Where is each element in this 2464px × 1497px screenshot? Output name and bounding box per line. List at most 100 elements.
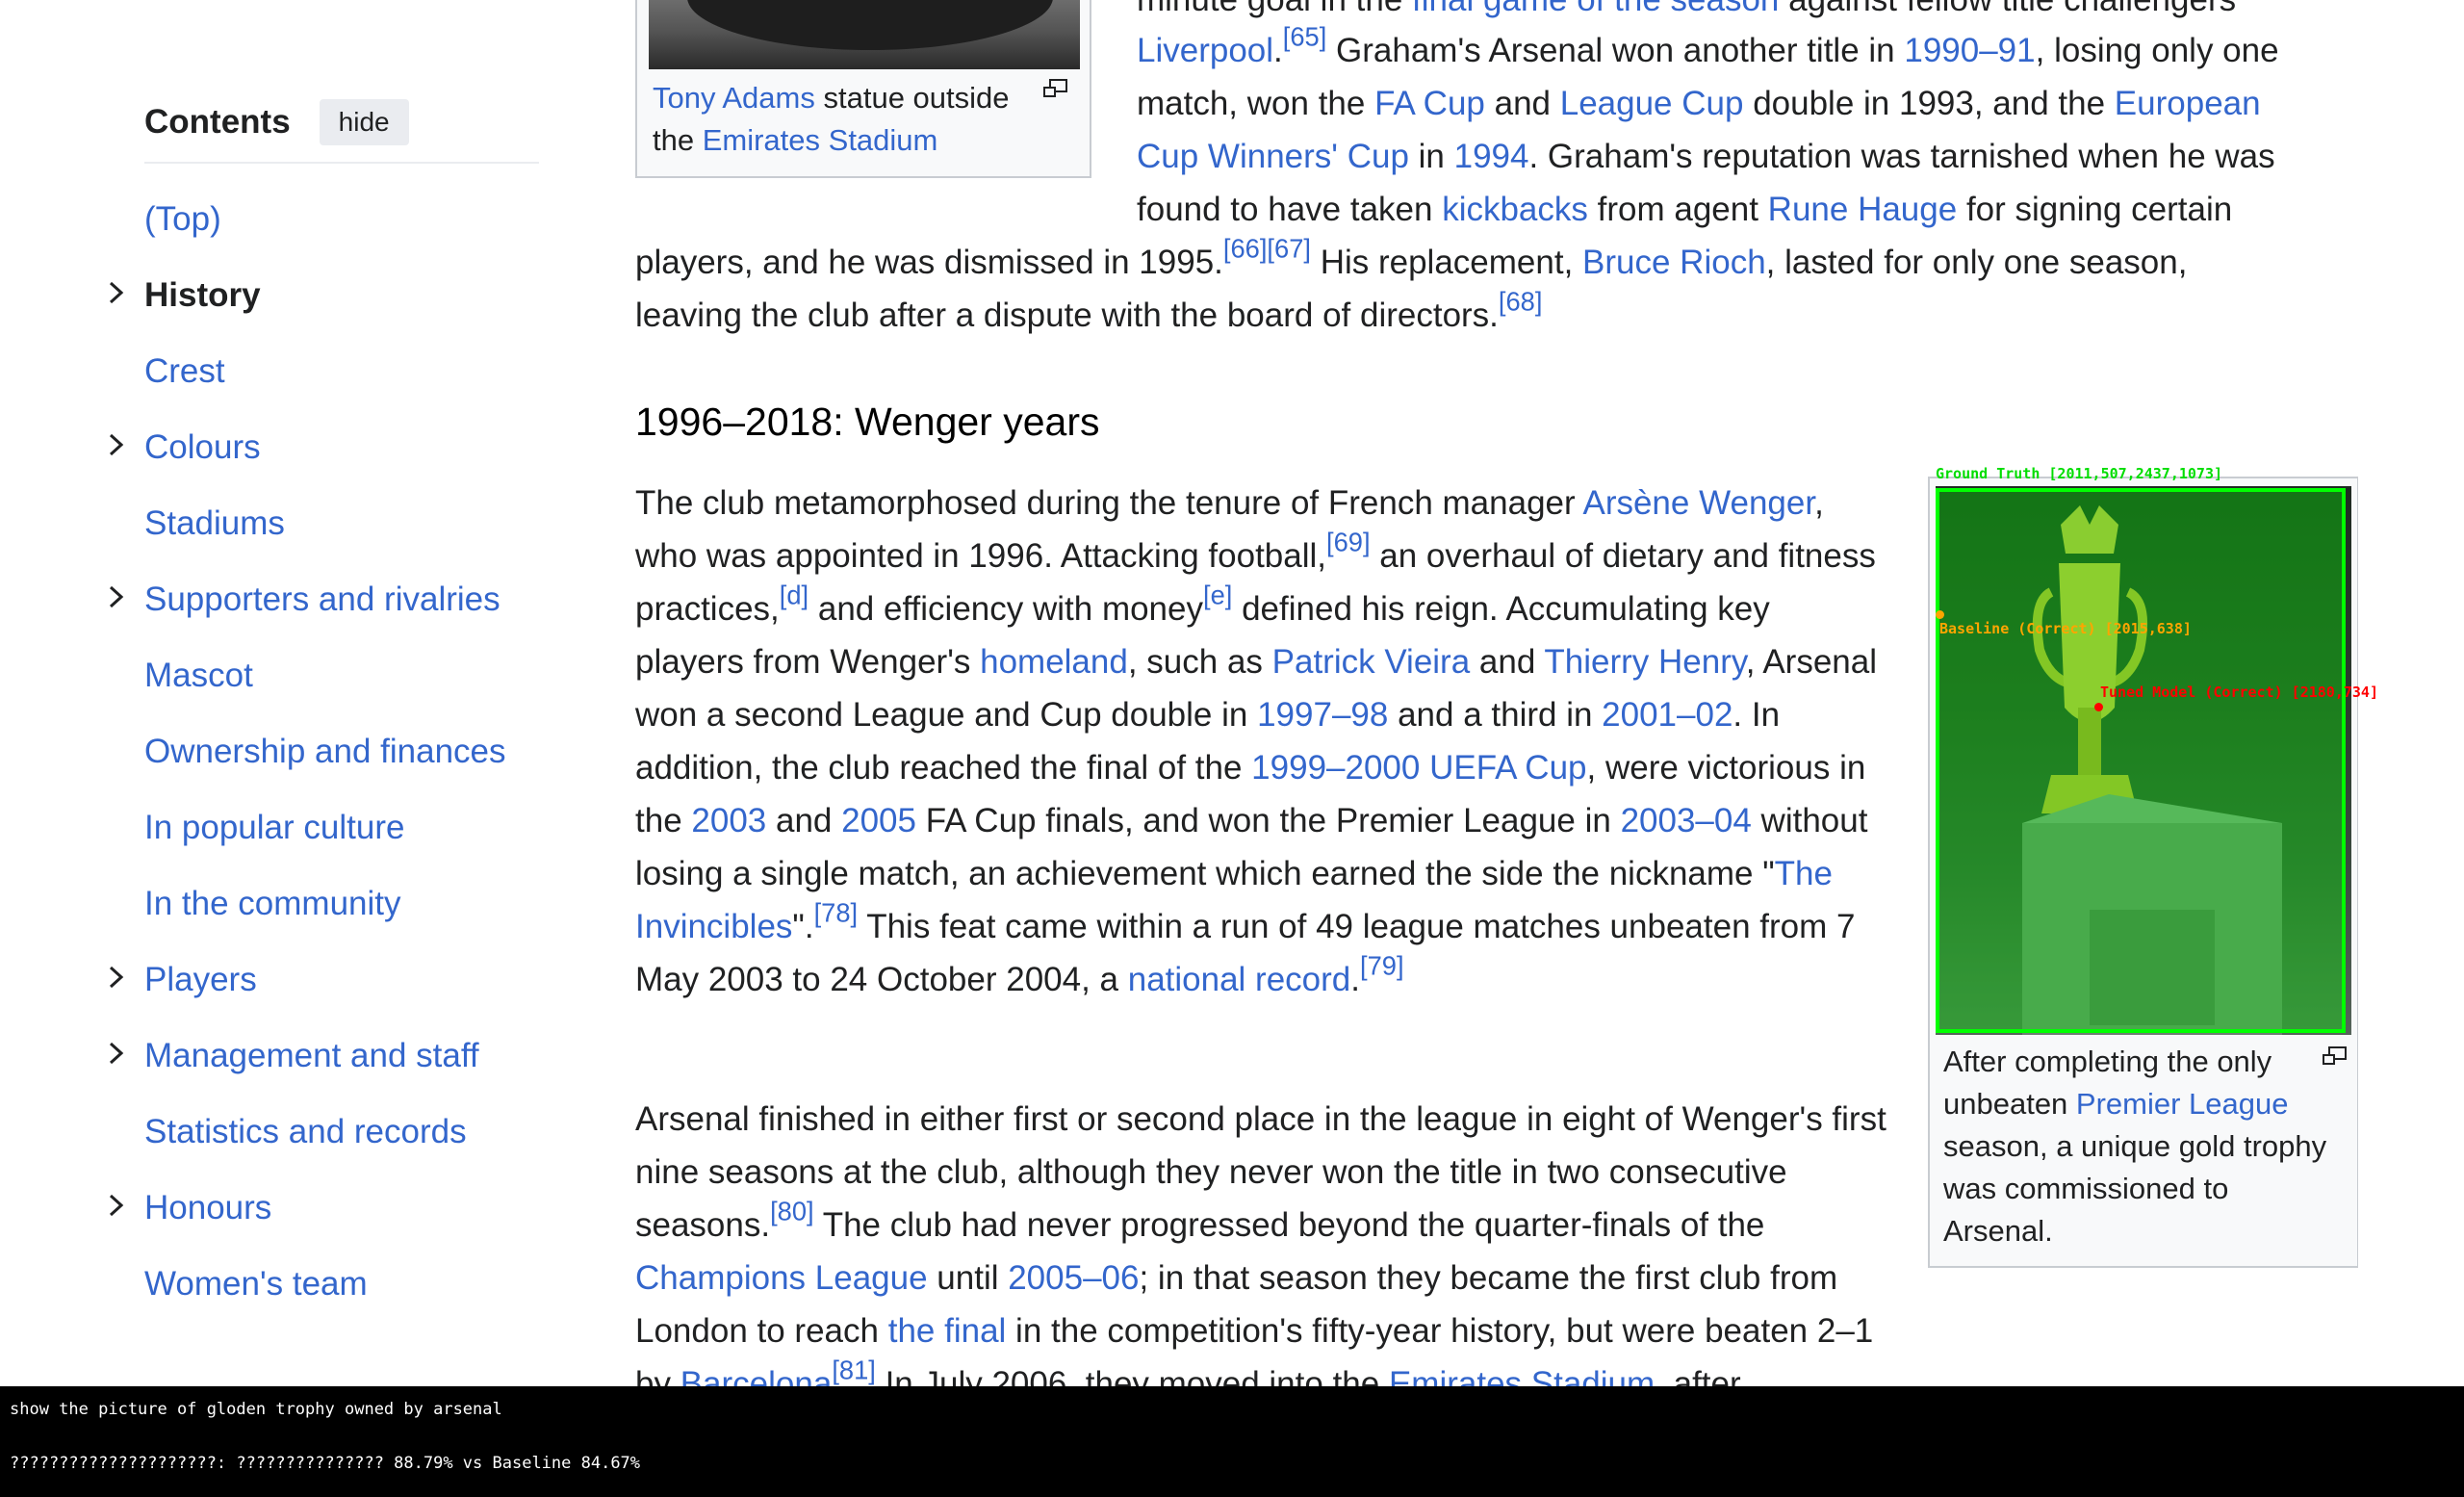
toc-item[interactable]: Statistics and records <box>144 1094 539 1170</box>
table-of-contents: Contents hide (Top) History Crest Colours St… <box>109 96 539 1322</box>
arsene-wenger-link[interactable]: Arsène Wenger <box>1582 484 1814 522</box>
chevron-right-icon[interactable] <box>102 430 131 459</box>
text: against fellow title challengers <box>1779 0 2236 18</box>
enlarge-icon[interactable] <box>2323 1046 2348 1066</box>
rune-hauge-link[interactable]: Rune Hauge <box>1768 191 1958 228</box>
the-final-link[interactable]: the final <box>888 1312 1007 1350</box>
european-link[interactable]: European <box>2115 85 2261 122</box>
text: , losing only one <box>2035 32 2279 69</box>
chevron-right-icon[interactable] <box>102 1039 131 1068</box>
ref-65[interactable]: [65] <box>1283 22 1327 52</box>
wenger-paragraph-1: The club metamorphosed during the tenure… <box>635 477 1886 1006</box>
text: until <box>927 1259 1009 1297</box>
enlarge-icon[interactable] <box>1043 79 1068 98</box>
1997-98-link[interactable]: 1997–98 <box>1257 696 1388 734</box>
caption-text: season, a unique gold trophy was commiss… <box>1943 1129 2327 1248</box>
toc-item[interactable]: (Top) <box>144 181 539 257</box>
cup-winners-cup-link[interactable]: Cup Winners' Cup <box>1137 138 1409 175</box>
uefa-cup-final-link[interactable]: 1999–2000 UEFA Cup <box>1251 749 1586 787</box>
emirates-stadium-link[interactable]: Emirates Stadium <box>703 123 938 157</box>
text: found to have taken <box>1137 191 1443 228</box>
liverpool-link[interactable]: Liverpool <box>1137 32 1273 69</box>
2003-04-link[interactable]: 2003–04 <box>1621 802 1752 839</box>
text: . Graham's reputation was tarnished when… <box>1528 138 2275 175</box>
2003-link[interactable]: 2003 <box>691 802 766 839</box>
toc-item[interactable]: Mascot <box>144 637 539 713</box>
section-heading-wenger: 1996–2018: Wenger years <box>635 400 1100 444</box>
premier-league-link[interactable]: Premier League <box>2076 1087 2289 1121</box>
chevron-right-icon[interactable] <box>102 278 131 307</box>
text: for signing certain <box>1957 191 2233 228</box>
ref-68[interactable]: [68] <box>1499 287 1543 317</box>
toc-item[interactable]: Honours <box>109 1170 539 1246</box>
2005-link[interactable]: 2005 <box>841 802 916 839</box>
instruction-text: show the picture of gloden trophy owned … <box>10 1400 502 1419</box>
text: match, won the <box>1137 85 1375 122</box>
text: leaving the club after a dispute with th… <box>635 297 1499 334</box>
bruce-rioch-link[interactable]: Bruce Rioch <box>1582 244 1766 281</box>
2001-02-link[interactable]: 2001–02 <box>1602 696 1732 734</box>
toc-item[interactable]: Colours <box>109 409 539 485</box>
graham-paragraph-line-1: Liverpool.[65] Graham's Arsenal won anot… <box>1137 21 2279 69</box>
toc-item[interactable]: Supporters and rivalries <box>109 561 539 637</box>
text: The club had never progressed beyond the… <box>813 1206 1765 1244</box>
ref-81[interactable]: [81] <box>832 1355 876 1385</box>
thierry-henry-link[interactable]: Thierry Henry <box>1544 643 1745 681</box>
ref-d[interactable]: [d] <box>780 581 808 610</box>
text: ". <box>792 908 814 945</box>
2005-06-link[interactable]: 2005–06 <box>1008 1259 1139 1297</box>
tony-adams-link[interactable]: Tony Adams <box>653 81 815 115</box>
text: players, and he was dismissed in 1995. <box>635 244 1223 281</box>
toc-item-label: Players <box>144 960 257 998</box>
chevron-right-icon[interactable] <box>102 963 131 992</box>
ref-e[interactable]: [e] <box>1203 581 1232 610</box>
statue-image[interactable] <box>649 0 1080 69</box>
toc-item-label: Stadiums <box>144 503 285 542</box>
toc-header: Contents hide <box>144 96 539 164</box>
champions-league-link[interactable]: Champions League <box>635 1259 928 1297</box>
ref-66-67[interactable]: [66][67] <box>1223 234 1311 264</box>
toc-item[interactable]: In popular culture <box>144 789 539 865</box>
text: and a third in <box>1388 696 1603 734</box>
ref-69[interactable]: [69] <box>1326 528 1371 557</box>
fa-cup-link[interactable]: FA Cup <box>1374 85 1485 122</box>
tuned-model-point <box>2094 703 2103 711</box>
toc-item[interactable]: History <box>109 257 539 333</box>
ref-79[interactable]: [79] <box>1360 951 1404 981</box>
graham-paragraph-line-2: match, won the FA Cup and League Cup dou… <box>1137 77 2261 130</box>
trophy-caption: After completing the only unbeaten Premi… <box>1943 1041 2338 1252</box>
kickbacks-link[interactable]: kickbacks <box>1442 191 1588 228</box>
1994-link[interactable]: 1994 <box>1454 138 1529 175</box>
graham-paragraph-line-4: found to have taken kickbacks from agent… <box>1137 183 2232 236</box>
toc-item[interactable]: Crest <box>144 333 539 409</box>
text: in <box>1408 138 1454 175</box>
toc-item[interactable]: Ownership and finances <box>144 713 539 789</box>
toc-item[interactable]: Stadiums <box>144 485 539 561</box>
league-cup-link[interactable]: League Cup <box>1560 85 1744 122</box>
toc-item[interactable]: Players <box>109 942 539 1018</box>
emirates-stadium-link-2[interactable]: Emirates Stadium <box>1389 1365 1655 1386</box>
1990-91-link[interactable]: 1990–91 <box>1904 32 2035 69</box>
national-record-link[interactable]: national record <box>1128 961 1351 998</box>
ref-80[interactable]: [80] <box>770 1197 814 1226</box>
text: Graham's Arsenal won another title in <box>1326 32 1905 69</box>
text: , lasted for only one season, <box>1765 244 2188 281</box>
toc-item-label: Supporters and rivalries <box>144 580 500 618</box>
text: from agent <box>1587 191 1768 228</box>
homeland-link[interactable]: homeland <box>980 643 1128 681</box>
chevron-right-icon[interactable] <box>102 582 131 611</box>
toc-item[interactable]: Management and staff <box>109 1018 539 1094</box>
graham-paragraph-line-3: Cup Winners' Cup in 1994. Graham's reput… <box>1137 130 2275 183</box>
text: and efficiency with money <box>808 590 1203 628</box>
toc-item-label: Crest <box>144 351 225 390</box>
tony-adams-thumbnail: Tony Adams statue outside the Emirates S… <box>635 0 1091 178</box>
toc-item[interactable]: Women's team <box>144 1246 539 1322</box>
ref-78[interactable]: [78] <box>814 898 859 928</box>
final-game-link[interactable]: final game of the season <box>1412 0 1779 18</box>
patrick-vieira-link[interactable]: Patrick Vieira <box>1272 643 1471 681</box>
chevron-right-icon[interactable] <box>102 1191 131 1220</box>
ground-truth-label: Ground Truth [2011,507,2437,1073] <box>1936 465 2223 482</box>
barcelona-link[interactable]: Barcelona <box>680 1365 833 1386</box>
toc-item[interactable]: In the community <box>144 865 539 942</box>
toc-hide-button[interactable]: hide <box>319 99 409 145</box>
